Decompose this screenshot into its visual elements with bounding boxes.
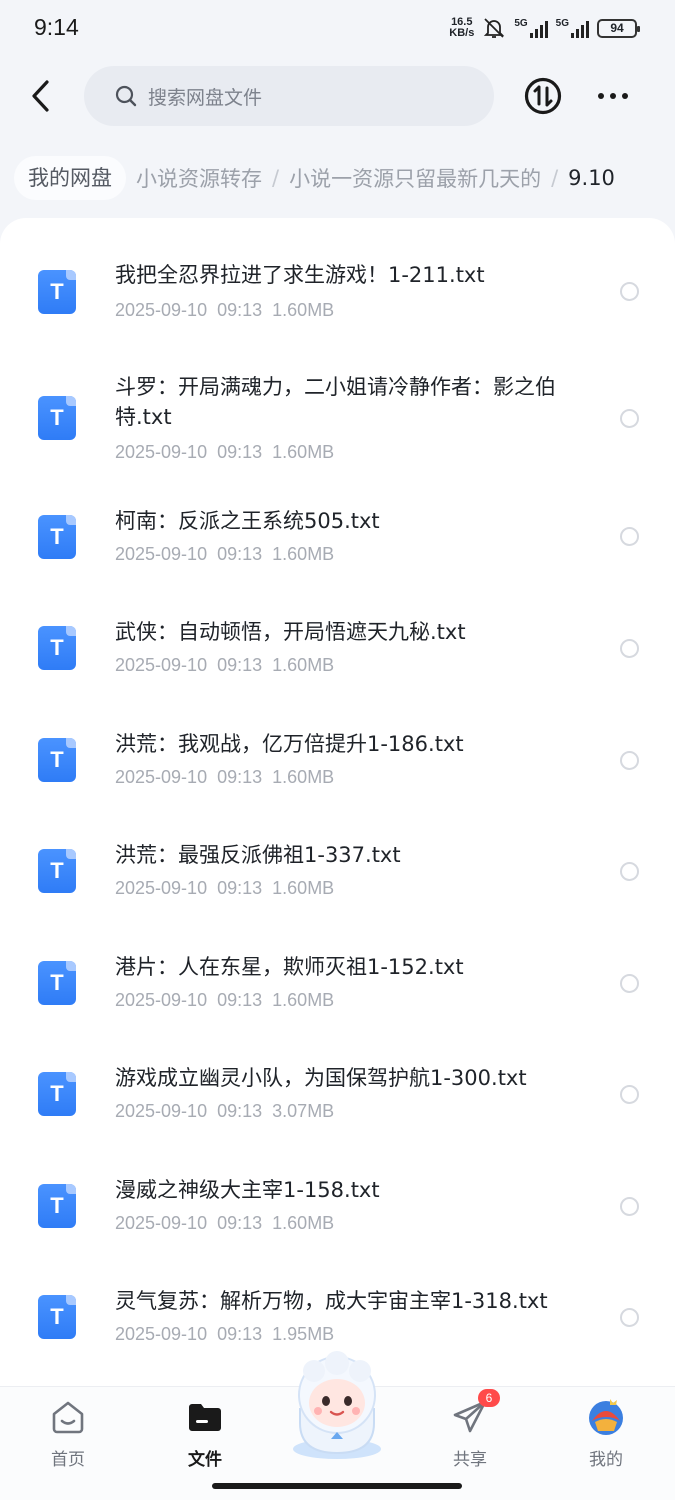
select-checkbox[interactable] <box>620 1085 639 1104</box>
file-row[interactable]: T 游戏成立幽灵小队，为国保驾护航1-300.txt 2025-09-10 09… <box>0 1045 675 1157</box>
tab-files-label: 文件 <box>188 1450 222 1470</box>
file-row[interactable]: T 洪荒：我观战，亿万倍提升1-186.txt 2025-09-10 09:13… <box>0 711 675 822</box>
dot-icon <box>610 93 616 99</box>
net-speed: 16.5 KB/s <box>449 17 474 39</box>
txt-file-icon: T <box>38 1072 76 1116</box>
search-placeholder: 搜索网盘文件 <box>148 86 263 109</box>
txt-file-icon: T <box>38 738 76 782</box>
folder-icon <box>189 1404 221 1431</box>
select-checkbox[interactable] <box>620 409 639 428</box>
file-row[interactable]: T 洪荒：最强反派佛祖1-337.txt 2025-09-10 09:13 1.… <box>0 822 675 934</box>
avatar <box>589 1399 623 1435</box>
breadcrumb-separator: / <box>551 166 559 190</box>
dot-icon <box>598 93 604 99</box>
breadcrumb: 我的网盘 小说资源转存 / 小说一资源只留最新几天的 / 9.10 <box>14 156 675 200</box>
file-name: 灵气复苏：解析万物，成大宇宙主宰1-318.txt <box>115 1289 548 1313</box>
txt-file-icon: T <box>38 515 76 559</box>
file-row[interactable]: T 我把全忍界拉进了求生游戏！1-211.txt 2025-09-10 09:1… <box>0 218 675 338</box>
file-meta: 2025-09-10 09:13 1.95MB <box>115 1324 335 1344</box>
txt-file-icon: T <box>38 1295 76 1339</box>
tab-home[interactable]: 首页 <box>28 1397 108 1470</box>
txt-file-icon: T <box>38 270 76 314</box>
select-checkbox[interactable] <box>620 1197 639 1216</box>
more-menu-button[interactable] <box>590 80 636 112</box>
breadcrumb-current: 9.10 <box>568 166 615 190</box>
file-list: T 我把全忍界拉进了求生游戏！1-211.txt 2025-09-10 09:1… <box>0 218 675 1418</box>
file-meta: 2025-09-10 09:13 1.60MB <box>115 990 335 1010</box>
file-name: 柯南：反派之王系统505.txt <box>115 509 380 533</box>
file-name: 斗罗：开局满魂力，二小姐请冷静作者：影之伯特.txt <box>115 375 556 429</box>
tab-home-label: 首页 <box>51 1450 85 1470</box>
chevron-left-icon <box>32 80 49 112</box>
file-row[interactable]: T 漫威之神级大主宰1-158.txt 2025-09-10 09:13 1.6… <box>0 1157 675 1268</box>
file-name: 武侠：自动顿悟，开局悟遮天九秘.txt <box>115 620 466 644</box>
file-meta: 2025-09-10 09:13 1.60MB <box>115 1213 335 1233</box>
file-name: 洪荒：我观战，亿万倍提升1-186.txt <box>115 732 464 756</box>
file-meta: 2025-09-10 09:13 1.60MB <box>115 544 335 564</box>
select-checkbox[interactable] <box>620 751 639 770</box>
battery-level: 94 <box>610 21 624 35</box>
top-bar: 搜索网盘文件 <box>0 64 675 128</box>
file-meta: 2025-09-10 09:13 1.60MB <box>115 878 335 898</box>
txt-file-icon: T <box>38 626 76 670</box>
select-checkbox[interactable] <box>620 527 639 546</box>
search-input[interactable]: 搜索网盘文件 <box>84 66 494 126</box>
signal-icon: 5G <box>514 18 548 38</box>
tab-me-label: 我的 <box>589 1450 623 1470</box>
bottom-nav: 首页 文件 6 共享 我的 <box>0 1351 675 1500</box>
breadcrumb-item[interactable]: 小说资源转存 <box>136 163 262 193</box>
tab-me[interactable]: 我的 <box>566 1397 646 1470</box>
file-meta: 2025-09-10 09:13 1.60MB <box>115 442 335 462</box>
battery-icon: 94 <box>597 18 640 38</box>
share-badge: 6 <box>478 1389 500 1407</box>
breadcrumb-separator: / <box>272 166 280 190</box>
net-speed-unit: KB/s <box>449 27 475 39</box>
search-icon <box>115 85 137 107</box>
breadcrumb-home[interactable]: 我的网盘 <box>14 156 126 200</box>
file-row[interactable]: T 斗罗：开局满魂力，二小姐请冷静作者：影之伯特.txt 2025-09-10 … <box>0 338 675 488</box>
txt-file-icon: T <box>38 396 76 440</box>
file-name: 漫威之神级大主宰1-158.txt <box>115 1178 380 1202</box>
txt-file-icon: T <box>38 1184 76 1228</box>
file-name: 港片：人在东星，欺师灭祖1-152.txt <box>115 955 464 979</box>
select-checkbox[interactable] <box>620 862 639 881</box>
file-name: 我把全忍界拉进了求生游戏！1-211.txt <box>115 263 485 287</box>
file-meta: 2025-09-10 09:13 1.60MB <box>115 300 335 320</box>
home-indicator[interactable] <box>212 1483 462 1489</box>
select-checkbox[interactable] <box>620 639 639 658</box>
back-button[interactable] <box>22 76 58 116</box>
select-checkbox[interactable] <box>620 974 639 993</box>
file-meta: 2025-09-10 09:13 1.60MB <box>115 655 335 675</box>
file-row[interactable]: T 港片：人在东星，欺师灭祖1-152.txt 2025-09-10 09:13… <box>0 934 675 1045</box>
transfer-icon <box>524 77 562 115</box>
tab-share[interactable]: 6 共享 <box>430 1389 510 1470</box>
tab-share-label: 共享 <box>453 1450 487 1470</box>
status-bar: 9:14 16.5 KB/s 5G 5G 94 <box>0 0 675 58</box>
file-row[interactable]: T 武侠：自动顿悟，开局悟遮天九秘.txt 2025-09-10 09:13 1… <box>0 599 675 711</box>
mascot-icon <box>293 1351 381 1459</box>
select-checkbox[interactable] <box>620 282 639 301</box>
status-time: 9:14 <box>34 14 79 40</box>
file-meta: 2025-09-10 09:13 3.07MB <box>115 1101 335 1121</box>
txt-file-icon: T <box>38 961 76 1005</box>
home-face-icon <box>52 1401 84 1434</box>
dot-icon <box>622 93 628 99</box>
file-name: 游戏成立幽灵小队，为国保驾护航1-300.txt <box>115 1066 527 1090</box>
file-row[interactable]: T 柯南：反派之王系统505.txt 2025-09-10 09:13 1.60… <box>0 488 675 599</box>
txt-file-icon: T <box>38 849 76 893</box>
tab-files[interactable]: 文件 <box>165 1397 245 1470</box>
file-name: 洪荒：最强反派佛祖1-337.txt <box>115 843 401 867</box>
status-icons: 16.5 KB/s 5G 5G 94 <box>449 16 640 40</box>
mascot-button[interactable] <box>278 1351 396 1461</box>
select-checkbox[interactable] <box>620 1308 639 1327</box>
breadcrumb-item[interactable]: 小说一资源只留最新几天的 <box>289 163 541 193</box>
signal-icon: 5G <box>556 18 589 38</box>
file-meta: 2025-09-10 09:13 1.60MB <box>115 767 335 787</box>
bell-muted-icon <box>484 18 505 38</box>
transfer-button[interactable] <box>523 76 563 116</box>
